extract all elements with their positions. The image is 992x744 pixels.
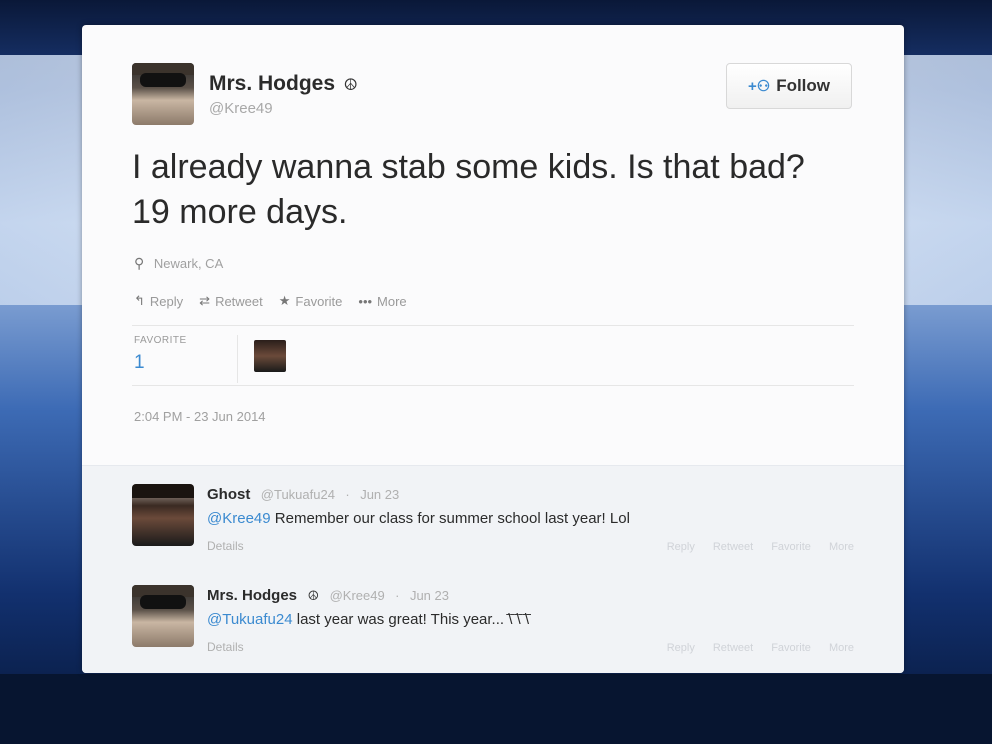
more-icon: ••• <box>358 293 373 309</box>
reply-label: Reply <box>149 293 184 309</box>
favorites-stat[interactable]: FAVORITE 1 <box>134 335 238 383</box>
retweet-label: Retweet <box>215 293 263 309</box>
tweet-card: Mrs. Hodges ☮ @Kree49 +⚇ Follow I alread… <box>82 25 904 673</box>
reply-actions: Reply Retweet Favorite More <box>667 541 854 553</box>
reply-mention[interactable]: @Tukuafu24 <box>207 611 293 628</box>
reply-details-link[interactable]: Details <box>207 640 529 654</box>
reply-retweet-action[interactable]: Retweet <box>713 642 753 654</box>
reply-avatar[interactable] <box>132 484 194 546</box>
divider-top <box>132 325 854 326</box>
tweet-actions: ↰ Reply ⇄ Retweet ★ Favorite ••• More <box>134 293 407 309</box>
avatar-hair <box>132 484 194 498</box>
favoriter-avatar[interactable] <box>254 340 286 372</box>
location-label: Newark, CA <box>153 256 224 271</box>
reply-text: @Kree49 Remember our class for summer sc… <box>207 510 630 527</box>
reply-message: last year was great! This year... ̄\̄ ̄\… <box>296 611 530 628</box>
more-action[interactable]: ••• More <box>358 293 406 309</box>
reply-item: Ghost @Tukuafu24 · Jun 23 @Kree49 Rememb… <box>82 466 904 566</box>
reply-more-action[interactable]: More <box>829 642 854 654</box>
reply-author-name[interactable]: Mrs. Hodges <box>207 587 297 604</box>
more-label: More <box>377 293 407 309</box>
reply-action[interactable]: ↰ Reply <box>134 293 183 309</box>
reply-item: Mrs. Hodges ☮ @Kree49 · Jun 23 @Tukuafu2… <box>82 567 904 667</box>
reply-reply-action[interactable]: Reply <box>667 541 695 553</box>
follow-button[interactable]: +⚇ Follow <box>726 63 852 109</box>
tweet-main: Mrs. Hodges ☮ @Kree49 +⚇ Follow I alread… <box>82 25 904 465</box>
tweet-text: I already wanna stab some kids. Is that … <box>132 148 805 231</box>
author-block: Mrs. Hodges ☮ @Kree49 <box>209 72 358 117</box>
reply-mention[interactable]: @Kree49 <box>207 510 271 527</box>
follow-label: Follow <box>776 76 831 95</box>
reply-date[interactable]: Jun 23 <box>410 588 449 603</box>
reply-favorite-action[interactable]: Favorite <box>771 541 811 553</box>
reply-author-name[interactable]: Ghost <box>207 486 250 503</box>
favorites-count: 1 <box>134 352 145 373</box>
peace-sign-icon: ☮ <box>343 77 358 94</box>
replies-section: Ghost @Tukuafu24 · Jun 23 @Kree49 Rememb… <box>82 465 904 673</box>
retweet-action[interactable]: ⇄ Retweet <box>199 293 263 309</box>
reply-body: Ghost @Tukuafu24 · Jun 23 @Kree49 Rememb… <box>207 486 630 553</box>
divider-bottom <box>132 385 854 386</box>
avatar-sunglasses <box>140 595 186 609</box>
background-bottom <box>0 674 992 744</box>
tweet-timestamp[interactable]: 2:04 PM - 23 Jun 2014 <box>134 409 266 424</box>
reply-date-separator: · <box>395 588 400 603</box>
reply-handle[interactable]: @Tukuafu24 <box>261 487 335 502</box>
reply-icon: ↰ <box>134 293 145 308</box>
retweet-icon: ⇄ <box>199 293 211 308</box>
reply-more-action[interactable]: More <box>829 541 854 553</box>
avatar-sunglasses <box>140 73 186 87</box>
author-handle[interactable]: @Kree49 <box>209 100 358 117</box>
follow-user-icon: +⚇ <box>747 78 771 95</box>
reply-date[interactable]: Jun 23 <box>360 487 399 502</box>
reply-details-link[interactable]: Details <box>207 539 630 553</box>
reply-text: @Tukuafu24 last year was great! This yea… <box>207 611 529 628</box>
reply-favorite-action[interactable]: Favorite <box>771 642 811 654</box>
reply-handle[interactable]: @Kree49 <box>330 588 385 603</box>
reply-reply-action[interactable]: Reply <box>667 642 695 654</box>
tweet-location[interactable]: ⚲ Newark, CA <box>134 255 223 272</box>
reply-message: Remember our class for summer school las… <box>274 510 630 527</box>
favorites-label: FAVORITE <box>134 335 187 346</box>
reply-retweet-action[interactable]: Retweet <box>713 541 753 553</box>
author-avatar[interactable] <box>132 63 194 125</box>
reply-actions: Reply Retweet Favorite More <box>667 642 854 654</box>
author-name[interactable]: Mrs. Hodges <box>209 72 335 95</box>
peace-sign-icon: ☮ <box>307 588 320 603</box>
favorite-action[interactable]: ★ Favorite <box>279 293 343 309</box>
location-pin-icon: ⚲ <box>134 255 145 271</box>
reply-body: Mrs. Hodges ☮ @Kree49 · Jun 23 @Tukuafu2… <box>207 587 529 654</box>
reply-date-separator: · <box>345 487 350 502</box>
star-icon: ★ <box>278 293 291 308</box>
favorite-label: Favorite <box>295 293 343 309</box>
reply-avatar[interactable] <box>132 585 194 647</box>
